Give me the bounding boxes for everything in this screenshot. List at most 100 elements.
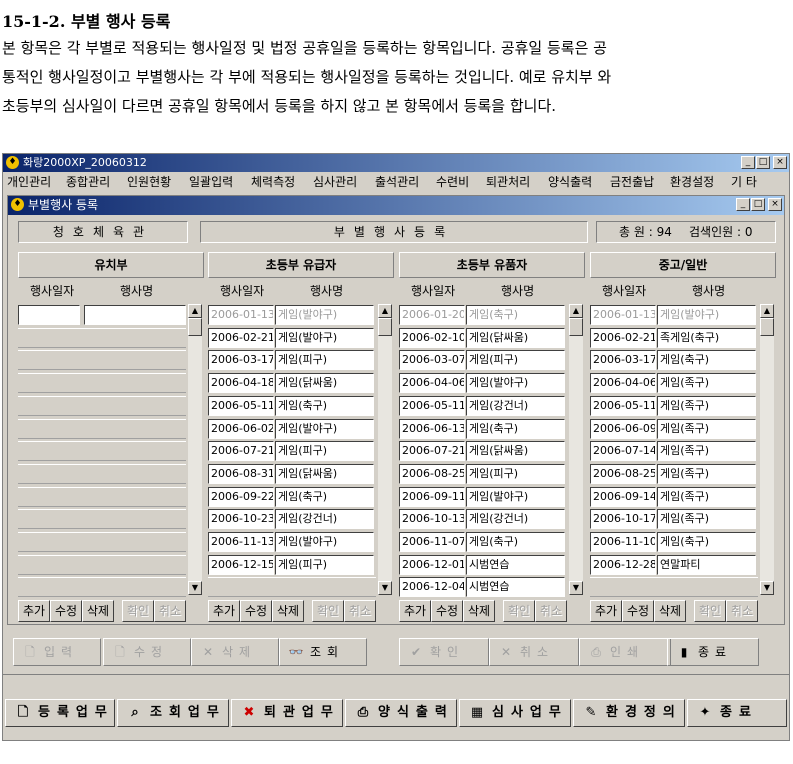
event-name-cell[interactable]: 시범연습	[466, 555, 565, 575]
event-date-cell[interactable]: 2006-06-02	[208, 419, 274, 439]
table-row[interactable]: 2006-12-01 시범연습	[399, 554, 567, 576]
event-date-cell[interactable]: 2006-01-20	[399, 305, 465, 325]
add-button[interactable]: 추가	[590, 600, 622, 622]
toolbar-button-5[interactable]: ✕ 취소	[489, 638, 579, 666]
event-date-cell[interactable]: 2006-05-11	[590, 396, 656, 416]
scroll-thumb[interactable]	[760, 318, 774, 336]
scroll-up-icon[interactable]: ▲	[760, 304, 774, 318]
table-row[interactable]: 2006-11-10 게임(축구)	[590, 531, 758, 553]
maximize-icon[interactable]: □	[756, 156, 770, 169]
event-name-cell[interactable]: 게임(족구)	[657, 441, 756, 461]
table-row[interactable]: 2006-02-10 게임(닭싸움)	[399, 327, 567, 349]
delete-button[interactable]: 삭제	[463, 600, 495, 622]
toolbar-button-6[interactable]: ⎙ 인쇄	[579, 638, 671, 666]
event-name-cell[interactable]: 게임(닭싸움)	[466, 328, 565, 348]
event-name-cell[interactable]: 시범연습	[466, 577, 565, 597]
app-titlebar[interactable]: ♦ 화랑2000XP_20060312 _ □ ×	[3, 154, 789, 172]
event-date-cell[interactable]: 2006-11-07	[399, 532, 465, 552]
menu-item-1[interactable]: 종합관리	[66, 172, 110, 192]
event-name-cell[interactable]: 게임(축구)	[275, 396, 374, 416]
event-date-cell[interactable]: 2006-10-13	[399, 509, 465, 529]
event-date-cell[interactable]: 2006-09-22	[208, 487, 274, 507]
cancel-button[interactable]: 취소	[154, 600, 186, 622]
event-date-cell[interactable]: 2006-07-21	[399, 441, 465, 461]
table-row[interactable]: 2006-08-25 게임(족구)	[590, 463, 758, 485]
toolbar-button-7[interactable]: ▮ 종료	[667, 638, 759, 666]
event-name-cell[interactable]: 족게임(축구)	[657, 328, 756, 348]
add-button[interactable]: 추가	[18, 600, 50, 622]
event-name-cell[interactable]: 게임(피구)	[275, 555, 374, 575]
table-row[interactable]: 2006-05-11 게임(족구)	[590, 395, 758, 417]
scroll-thumb[interactable]	[378, 318, 392, 336]
event-date-cell[interactable]: 2006-07-14	[590, 441, 656, 461]
table-row[interactable]: 2006-09-22 게임(축구)	[208, 486, 376, 508]
event-date-cell[interactable]: 2006-05-11	[208, 396, 274, 416]
table-row[interactable]: 2006-03-17 게임(축구)	[590, 349, 758, 371]
table-row[interactable]	[18, 304, 186, 326]
module-button-5[interactable]: ✎ 환경정의	[573, 699, 685, 727]
edit-button[interactable]: 수정	[431, 600, 463, 622]
toolbar-button-0[interactable]: 🗋 입력	[13, 638, 101, 666]
edit-button[interactable]: 수정	[240, 600, 272, 622]
scroll-down-icon[interactable]: ▼	[378, 581, 392, 595]
event-date-cell[interactable]: 2006-08-31	[208, 464, 274, 484]
event-name-cell[interactable]: 게임(족구)	[657, 396, 756, 416]
event-date-cell[interactable]: 2006-02-21	[590, 328, 656, 348]
confirm-button[interactable]: 확인	[694, 600, 726, 622]
confirm-button[interactable]: 확인	[312, 600, 344, 622]
module-button-4[interactable]: ▦ 심사업무	[459, 699, 571, 727]
event-name-cell[interactable]: 게임(닭싸움)	[275, 373, 374, 393]
menu-item-6[interactable]: 출석관리	[375, 172, 419, 192]
event-name-cell[interactable]: 게임(발야구)	[657, 305, 756, 325]
scroll-up-icon[interactable]: ▲	[569, 304, 583, 318]
module-button-0[interactable]: 🗋 등록업무	[5, 699, 115, 727]
table-row[interactable]: 2006-05-11 게임(축구)	[208, 395, 376, 417]
maximize-icon[interactable]: □	[751, 198, 765, 211]
event-name-cell[interactable]: 게임(피구)	[466, 464, 565, 484]
event-name-cell[interactable]: 게임(발야구)	[275, 328, 374, 348]
toolbar-button-1[interactable]: 🗋 수정	[103, 638, 191, 666]
event-date-cell[interactable]: 2006-11-10	[590, 532, 656, 552]
event-name-cell[interactable]: 게임(강건너)	[466, 509, 565, 529]
toolbar-button-4[interactable]: ✔ 확인	[399, 638, 489, 666]
event-name-cell[interactable]: 게임(발야구)	[275, 419, 374, 439]
menu-item-2[interactable]: 인원현황	[127, 172, 171, 192]
table-row[interactable]: 2006-05-11 게임(강건너)	[399, 395, 567, 417]
module-button-2[interactable]: ✖ 퇴관업무	[231, 699, 343, 727]
menu-item-8[interactable]: 퇴관처리	[486, 172, 530, 192]
event-name-cell[interactable]: 게임(닭싸움)	[275, 464, 374, 484]
event-name-cell[interactable]: 게임(발야구)	[275, 305, 374, 325]
event-date-cell[interactable]: 2006-04-06	[399, 373, 465, 393]
menu-item-4[interactable]: 체력측정	[251, 172, 295, 192]
toolbar-button-2[interactable]: ✕ 삭제	[191, 638, 279, 666]
table-row[interactable]: 2006-11-07 게임(축구)	[399, 531, 567, 553]
menu-item-5[interactable]: 심사관리	[313, 172, 357, 192]
vertical-scrollbar[interactable]: ▲ ▼	[378, 304, 392, 595]
table-row[interactable]: 2006-08-25 게임(피구)	[399, 463, 567, 485]
table-row[interactable]: 2006-07-14 게임(족구)	[590, 440, 758, 462]
event-date-cell[interactable]: 2006-12-01	[399, 555, 465, 575]
edit-button[interactable]: 수정	[50, 600, 82, 622]
table-row[interactable]: 2006-06-02 게임(발야구)	[208, 418, 376, 440]
event-name-cell[interactable]: 게임(발야구)	[466, 487, 565, 507]
menu-item-11[interactable]: 환경설정	[670, 172, 714, 192]
event-date-cell[interactable]: 2006-08-25	[590, 464, 656, 484]
event-name-cell[interactable]: 게임(발야구)	[275, 532, 374, 552]
module-button-1[interactable]: ⌕ 조회업무	[117, 699, 229, 727]
edit-button[interactable]: 수정	[622, 600, 654, 622]
scroll-down-icon[interactable]: ▼	[188, 581, 202, 595]
close-icon[interactable]: ×	[768, 198, 782, 211]
scroll-thumb[interactable]	[569, 318, 583, 336]
event-name-cell[interactable]: 게임(축구)	[466, 419, 565, 439]
table-row[interactable]: 2006-07-21 게임(피구)	[208, 440, 376, 462]
cancel-button[interactable]: 취소	[726, 600, 758, 622]
table-row[interactable]: 2006-06-13 게임(축구)	[399, 418, 567, 440]
delete-button[interactable]: 삭제	[654, 600, 686, 622]
event-date-cell[interactable]: 2006-09-11	[399, 487, 465, 507]
table-row[interactable]: 2006-07-21 게임(닭싸움)	[399, 440, 567, 462]
event-date-cell[interactable]: 2006-01-13	[208, 305, 274, 325]
event-date-cell[interactable]: 2006-02-21	[208, 328, 274, 348]
event-name-cell[interactable]: 게임(피구)	[275, 350, 374, 370]
scroll-up-icon[interactable]: ▲	[378, 304, 392, 318]
event-name-cell[interactable]: 게임(축구)	[657, 532, 756, 552]
